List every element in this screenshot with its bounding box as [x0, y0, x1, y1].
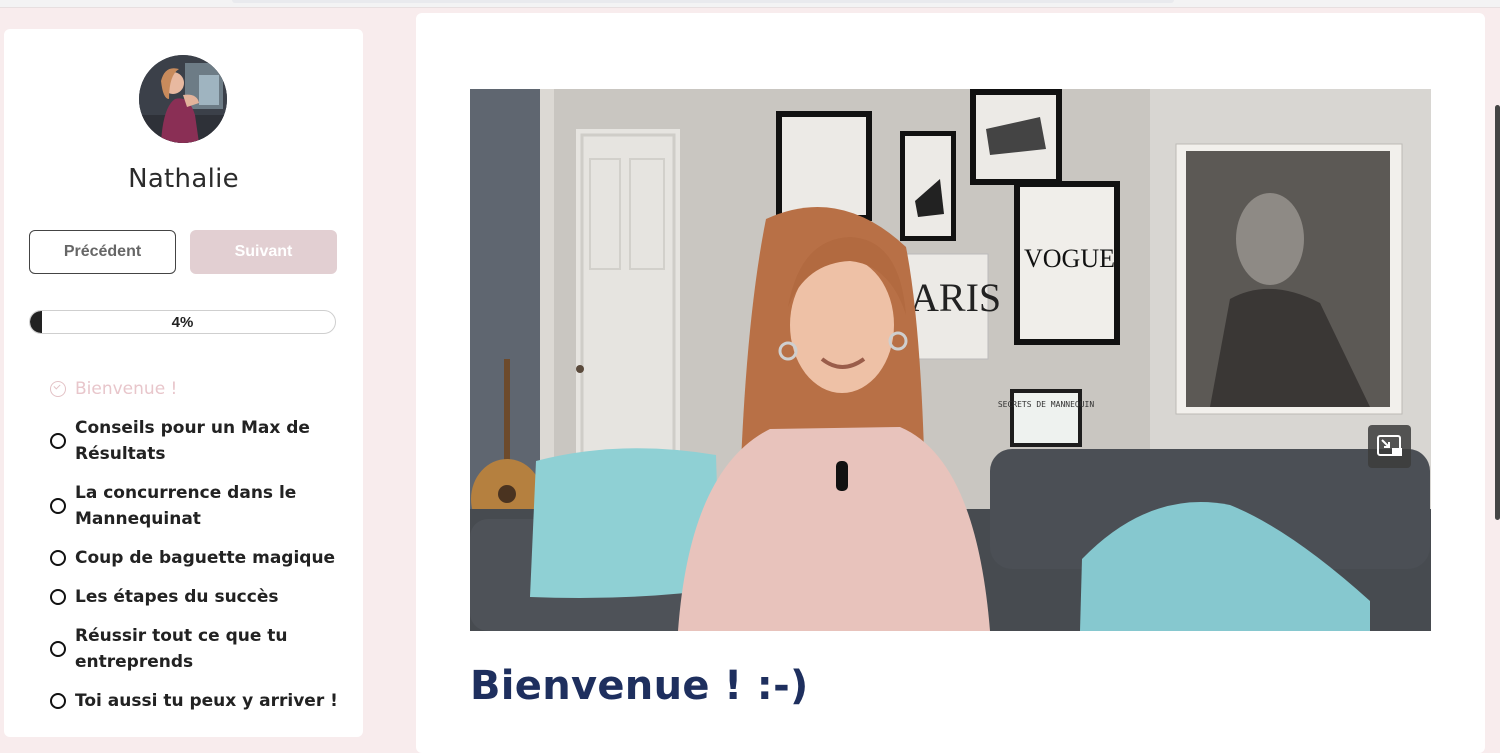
next-button[interactable]: Suivant: [190, 230, 337, 274]
picture-in-picture-button[interactable]: [1368, 425, 1411, 468]
video-frame: ARIS VOGUE SECRETS DE MANNEQUIN: [470, 89, 1431, 631]
lesson-title: Coup de baguette magique: [75, 548, 336, 568]
video-player[interactable]: ARIS VOGUE SECRETS DE MANNEQUIN: [470, 89, 1431, 631]
lesson-item[interactable]: Les étapes du succès: [50, 584, 350, 610]
course-sidebar: Nathalie Précédent Suivant 4% Bienvenue …: [4, 29, 363, 737]
picture-in-picture-icon: [1377, 435, 1402, 456]
lesson-status-icon: [50, 641, 66, 657]
lesson-list: Bienvenue ! Conseils pour un Max de Résu…: [50, 376, 350, 727]
lesson-item[interactable]: Coup de baguette magique: [50, 545, 350, 571]
wall-poster-vogue-text: VOGUE: [1024, 244, 1115, 273]
lightbox-sign-text: SECRETS DE MANNEQUIN: [998, 400, 1095, 409]
lesson-status-icon: [50, 433, 66, 449]
lesson-item[interactable]: Toi aussi tu peux y arriver !: [50, 688, 350, 714]
lesson-content: ARIS VOGUE SECRETS DE MANNEQUIN Bienvenu…: [416, 13, 1485, 753]
lesson-item[interactable]: Bienvenue !: [50, 376, 350, 402]
lesson-title: Toi aussi tu peux y arriver !: [75, 691, 338, 711]
lesson-status-icon: [50, 498, 66, 514]
lesson-item[interactable]: Conseils pour un Max de Résultats: [50, 415, 350, 467]
lesson-title: La concurrence dans le Mannequinat: [75, 483, 297, 529]
top-strip-bar: [232, 0, 1174, 3]
lesson-status-icon: [50, 589, 66, 605]
wall-poster-paris-text: ARIS: [910, 275, 1001, 320]
scrollbar[interactable]: [1495, 105, 1500, 520]
lesson-title: Bienvenue !: [75, 379, 178, 399]
lesson-status-icon: [50, 381, 66, 397]
progress-label: 4%: [171, 313, 194, 331]
lesson-item[interactable]: La concurrence dans le Mannequinat: [50, 480, 350, 532]
previous-button[interactable]: Précédent: [29, 230, 176, 274]
avatar-photo: [139, 55, 227, 143]
lesson-heading: Bienvenue ! :-): [470, 663, 809, 709]
lesson-title: Réussir tout ce que tu entreprends: [75, 626, 288, 672]
lesson-status-icon: [50, 550, 66, 566]
avatar: [139, 55, 227, 143]
lesson-status-icon: [50, 693, 66, 709]
lesson-item[interactable]: Réussir tout ce que tu entreprends: [50, 623, 350, 675]
lesson-title: Conseils pour un Max de Résultats: [75, 418, 310, 464]
profile-name: Nathalie: [128, 164, 239, 194]
progress-bar: 4%: [29, 310, 336, 334]
lesson-title: Les étapes du succès: [75, 587, 279, 607]
browser-top-strip: [0, 0, 1500, 8]
